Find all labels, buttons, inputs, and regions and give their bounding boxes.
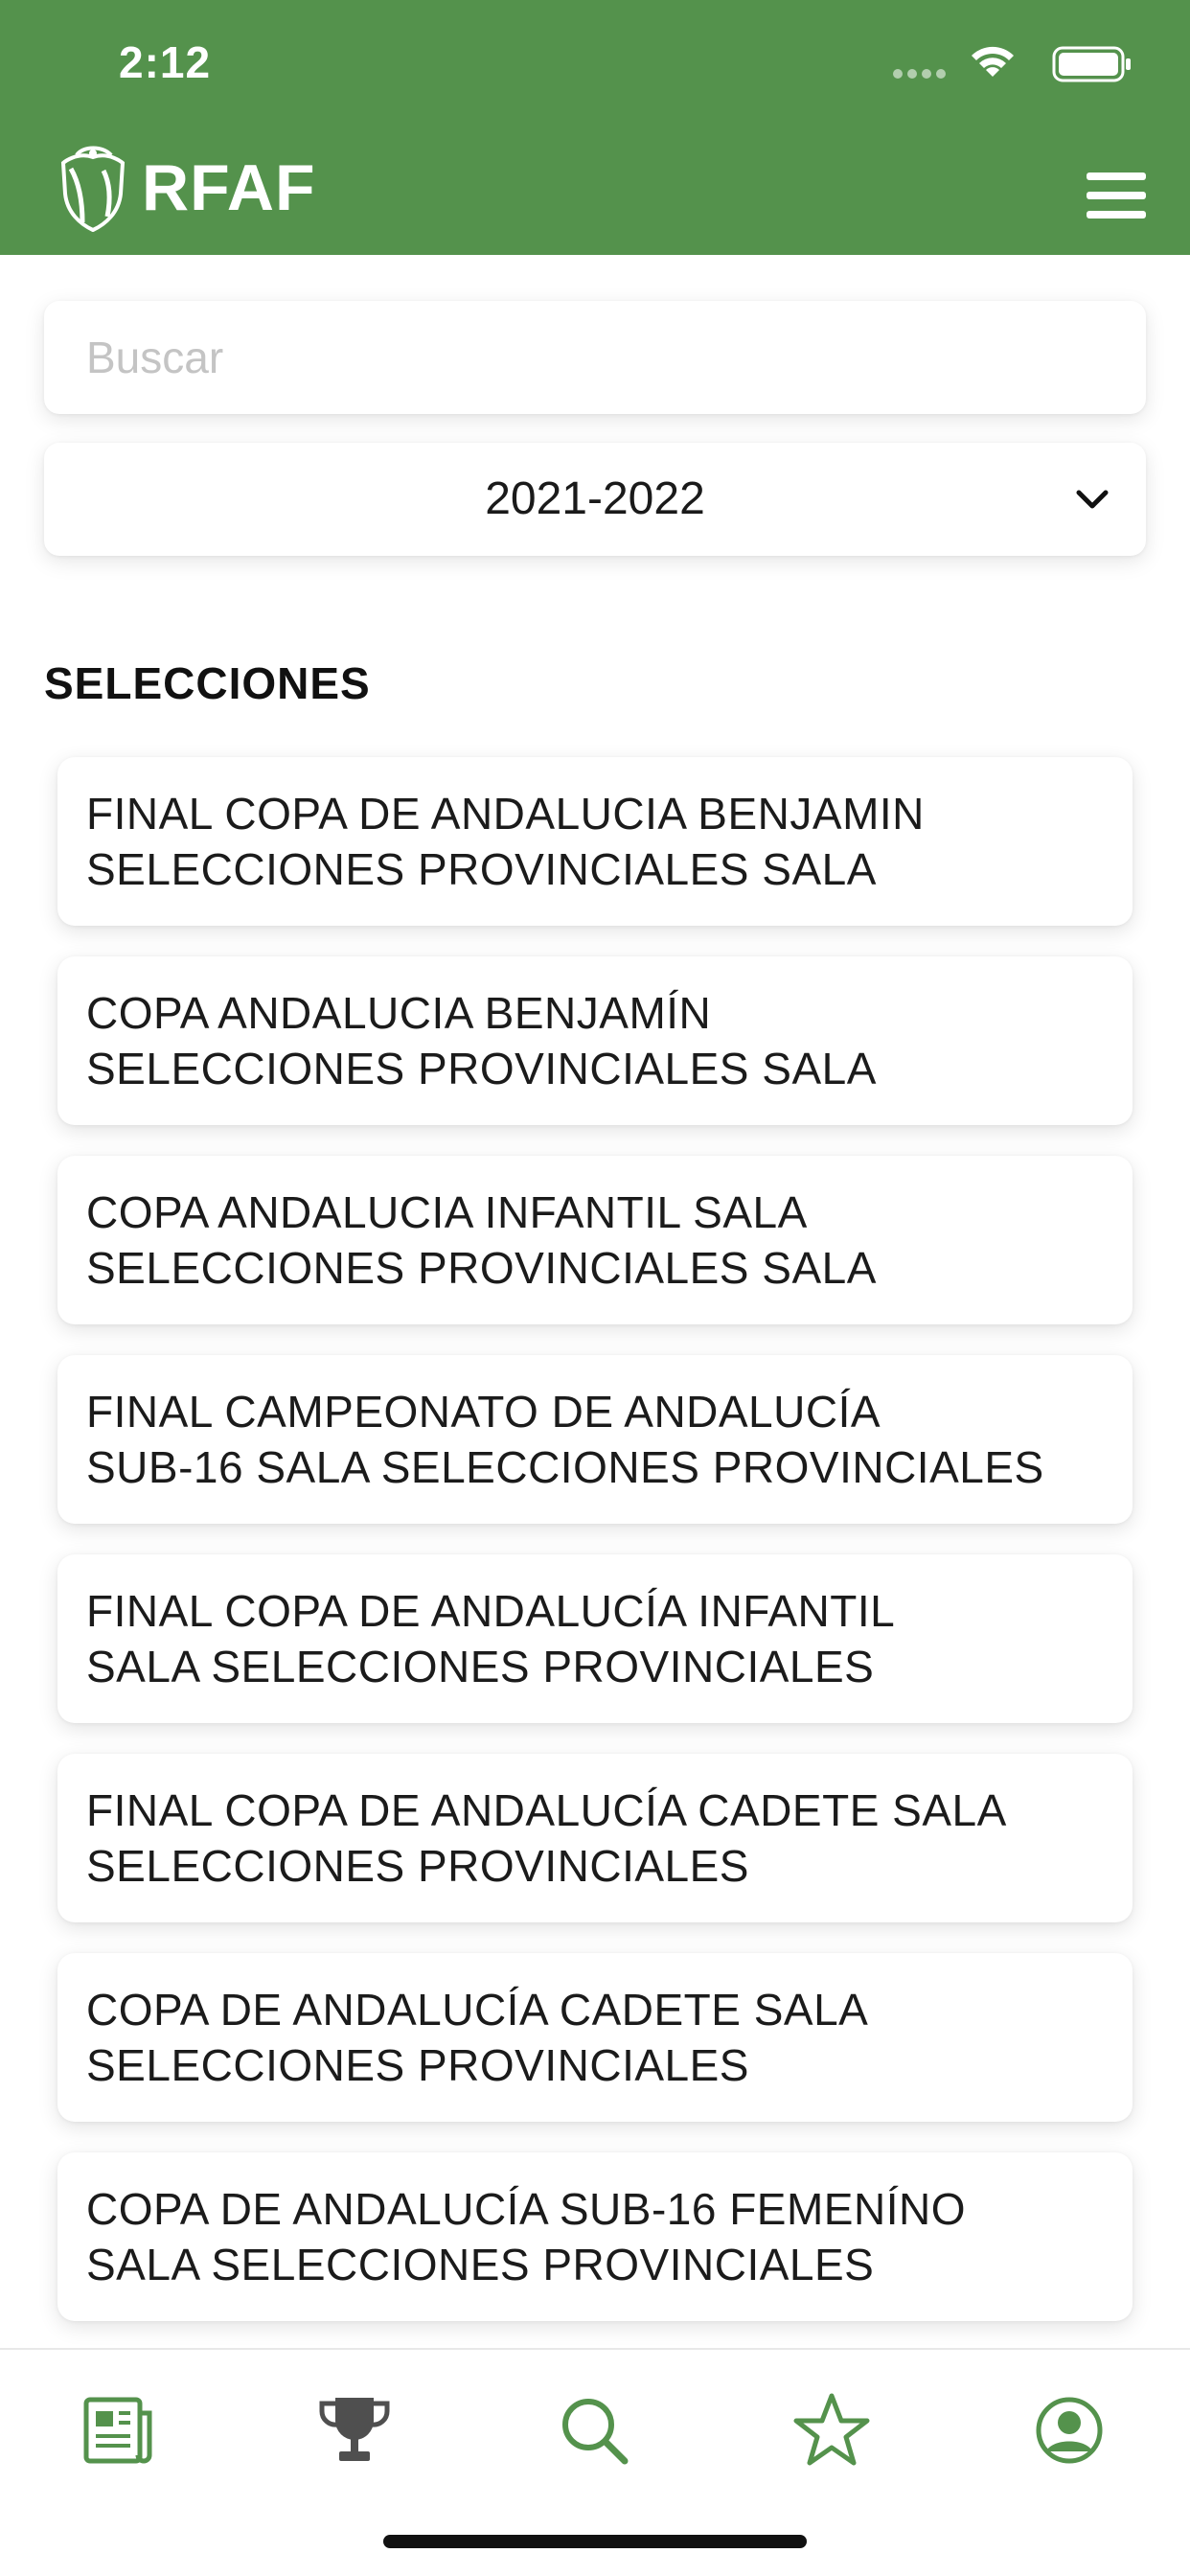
status-icons <box>845 42 1133 86</box>
competition-card[interactable]: FINAL COPA DE ANDALUCIA BENJAMIN SELECCI… <box>57 757 1133 926</box>
competition-name: FINAL CAMPEONATO DE ANDALUCÍA SUB-16 SAL… <box>86 1387 1044 1492</box>
battery-icon <box>1052 46 1131 82</box>
wifi-icon <box>972 46 1014 77</box>
logo-text: RFAF <box>142 151 316 224</box>
news-icon <box>83 2397 152 2464</box>
competition-name: COPA ANDALUCIA INFANTIL SALA SELECCIONES… <box>86 1187 877 1293</box>
competition-card[interactable]: FINAL COPA DE ANDALUCÍA CADETE SALA SELE… <box>57 1754 1133 1922</box>
chevron-down-icon <box>1076 490 1109 509</box>
competition-card[interactable]: COPA DE ANDALUCÍA SUB-16 FEMENÍNO SALA S… <box>57 2152 1133 2321</box>
profile-icon <box>1036 2397 1103 2464</box>
tab-favorites[interactable] <box>793 2392 870 2469</box>
competition-card[interactable]: FINAL COPA DE ANDALUCÍA INFANTIL SALA SE… <box>57 1554 1133 1723</box>
status-time: 2:12 <box>119 37 212 87</box>
app-header: 2:12 RFAF <box>0 0 1190 255</box>
rfaf-crest-icon <box>60 146 126 232</box>
rfaf-logo: RFAF <box>54 142 316 234</box>
tab-competitions[interactable] <box>316 2392 393 2469</box>
tab-news[interactable] <box>80 2392 157 2469</box>
trophy-icon <box>319 2398 390 2461</box>
search-icon <box>562 2399 629 2465</box>
competition-name: FINAL COPA DE ANDALUCIA BENJAMIN SELECCI… <box>86 789 925 894</box>
star-icon <box>793 2393 870 2466</box>
tab-profile[interactable] <box>1031 2392 1108 2469</box>
competition-name: FINAL COPA DE ANDALUCÍA CADETE SALA SELE… <box>86 1785 1007 1891</box>
search-field[interactable] <box>44 301 1146 414</box>
competition-name: COPA DE ANDALUCÍA CADETE SALA SELECCIONE… <box>86 1985 869 2090</box>
season-selected-value: 2021-2022 <box>485 473 705 524</box>
competition-name: COPA ANDALUCIA BENJAMÍN SELECCIONES PROV… <box>86 988 877 1093</box>
home-indicator[interactable] <box>383 2535 807 2548</box>
section-title: SELECCIONES <box>44 658 371 708</box>
competition-card[interactable]: COPA ANDALUCIA BENJAMÍN SELECCIONES PROV… <box>57 956 1133 1125</box>
competition-name: FINAL COPA DE ANDALUCÍA INFANTIL SALA SE… <box>86 1586 896 1691</box>
season-dropdown[interactable]: 2021-2022 <box>44 443 1146 556</box>
hamburger-menu-button[interactable] <box>1087 172 1146 218</box>
competition-card[interactable]: COPA DE ANDALUCÍA CADETE SALA SELECCIONE… <box>57 1953 1133 2122</box>
cellular-signal-icon <box>893 69 947 79</box>
competition-name: COPA DE ANDALUCÍA SUB-16 FEMENÍNO SALA S… <box>86 2184 966 2289</box>
screen: 2:12 RFAF Buscar 2021-2022 SELECCIONES F… <box>0 0 1190 2576</box>
tab-search[interactable] <box>556 2392 632 2469</box>
competition-card[interactable]: FINAL CAMPEONATO DE ANDALUCÍA SUB-16 SAL… <box>57 1355 1133 1524</box>
competition-card[interactable]: COPA ANDALUCIA INFANTIL SALA SELECCIONES… <box>57 1156 1133 1324</box>
search-input[interactable] <box>86 301 1102 414</box>
